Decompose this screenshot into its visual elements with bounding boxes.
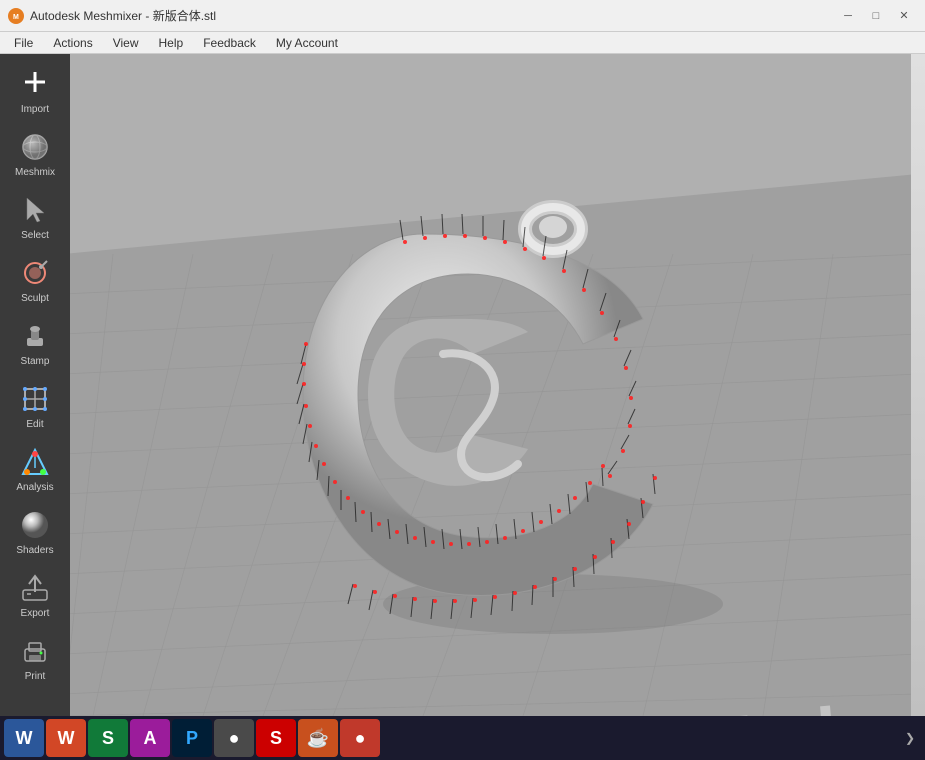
sculpt-icon (17, 255, 53, 291)
title-bar: M Autodesk Meshmixer - 新版合体.stl ─ □ ✕ (0, 0, 925, 32)
taskbar-app-7[interactable]: ☕ (298, 719, 338, 757)
sculpt-label: Sculpt (21, 293, 49, 304)
import-label: Import (21, 104, 49, 115)
sidebar-item-analysis[interactable]: Analysis (4, 438, 66, 499)
taskbar-app-3[interactable]: A (130, 719, 170, 757)
taskbar-app-4[interactable]: P (172, 719, 212, 757)
taskbar-app-5[interactable]: ● (214, 719, 254, 757)
sidebar-item-print[interactable]: Print (4, 627, 66, 688)
menu-item-file[interactable]: File (4, 34, 43, 52)
select-label: Select (21, 230, 49, 241)
sidebar-item-export[interactable]: Export (4, 564, 66, 625)
taskbar-app-1[interactable]: W (46, 719, 86, 757)
import-icon (17, 66, 53, 102)
taskbar: WWSAP●S☕●❯ (0, 716, 925, 760)
title-bar-left: M Autodesk Meshmixer - 新版合体.stl (8, 7, 216, 24)
right-app-strip (911, 54, 925, 716)
taskbar-chevron[interactable]: ❯ (901, 719, 919, 757)
menu-item-my account[interactable]: My Account (266, 34, 348, 52)
sidebar-item-sculpt[interactable]: Sculpt (4, 249, 66, 310)
edit-icon (17, 381, 53, 417)
sidebar: Import Meshmix (0, 54, 70, 716)
menu-item-view[interactable]: View (103, 34, 149, 52)
taskbar-app-8[interactable]: ● (340, 719, 380, 757)
select-icon (17, 192, 53, 228)
sidebar-item-import[interactable]: Import (4, 60, 66, 121)
sidebar-item-shaders[interactable]: Shaders (4, 501, 66, 562)
window-title: Autodesk Meshmixer - 新版合体.stl (30, 7, 216, 24)
analysis-icon (17, 444, 53, 480)
close-button[interactable]: ✕ (891, 6, 917, 26)
print-label: Print (25, 671, 46, 682)
meshmix-label: Meshmix (15, 167, 55, 178)
taskbar-app-6[interactable]: S (256, 719, 296, 757)
shaders-icon (17, 507, 53, 543)
maximize-button[interactable]: □ (863, 6, 889, 26)
shaders-label: Shaders (16, 545, 53, 556)
export-label: Export (21, 608, 50, 619)
sidebar-item-meshmix[interactable]: Meshmix (4, 123, 66, 184)
export-icon (17, 570, 53, 606)
taskbar-app-2[interactable]: S (88, 719, 128, 757)
menu-item-feedback[interactable]: Feedback (193, 34, 266, 52)
meshmix-icon (17, 129, 53, 165)
analysis-label: Analysis (16, 482, 53, 493)
viewport[interactable]: k Emb (70, 54, 911, 716)
menu-item-actions[interactable]: Actions (43, 34, 102, 52)
sidebar-item-stamp[interactable]: Stamp (4, 312, 66, 373)
menu-item-help[interactable]: Help (149, 34, 194, 52)
edit-label: Edit (26, 419, 43, 430)
taskbar-app-0[interactable]: W (4, 719, 44, 757)
stamp-label: Stamp (21, 356, 50, 367)
window-controls: ─ □ ✕ (835, 6, 917, 26)
main-layout: Import Meshmix (0, 54, 925, 716)
sidebar-item-select[interactable]: Select (4, 186, 66, 247)
minimize-button[interactable]: ─ (835, 6, 861, 26)
sidebar-item-edit[interactable]: Edit (4, 375, 66, 436)
stamp-icon (17, 318, 53, 354)
3d-scene: k Emb (70, 54, 911, 716)
svg-text:M: M (13, 14, 19, 21)
menu-bar: FileActionsViewHelpFeedbackMy Account (0, 32, 925, 54)
app-icon: M (8, 8, 24, 24)
print-icon (17, 633, 53, 669)
